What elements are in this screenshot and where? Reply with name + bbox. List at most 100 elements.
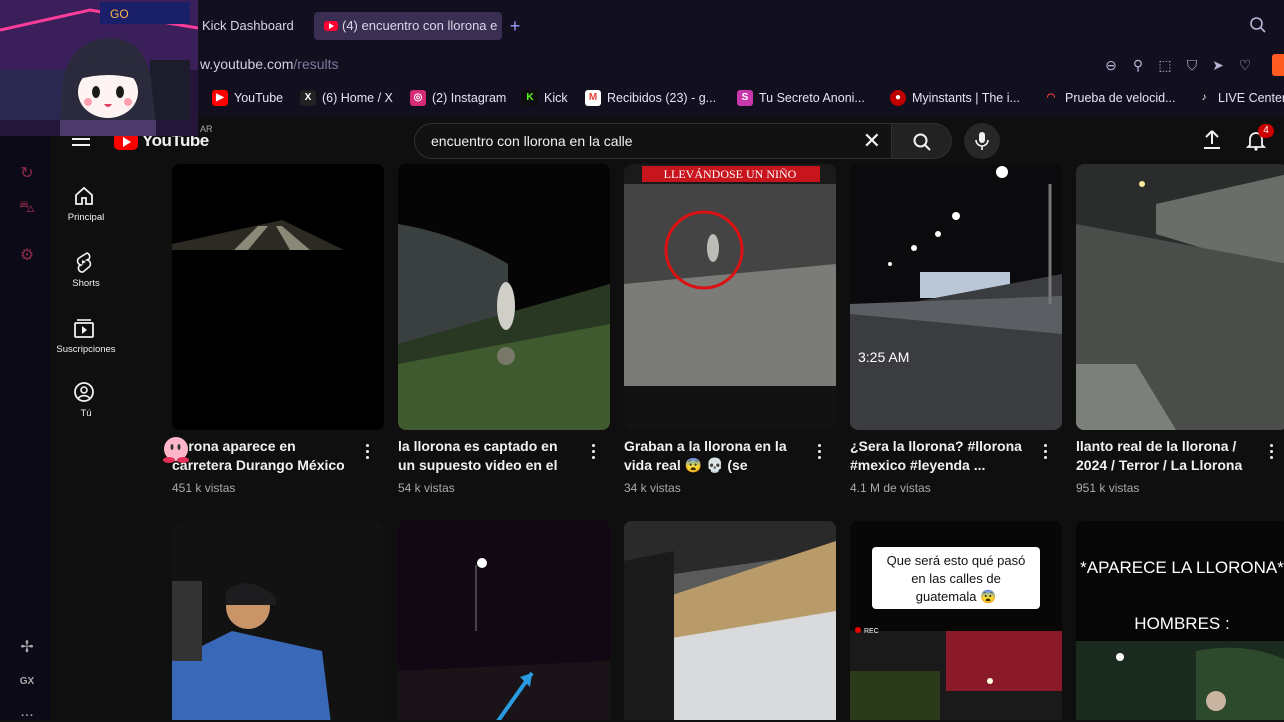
search-tabs-icon[interactable]: [1249, 16, 1267, 34]
result-card-5[interactable]: llanto real de la llorona / 2024 / Terro…: [1076, 164, 1284, 504]
bookmark-youtube[interactable]: ▶ YouTube: [212, 89, 283, 107]
extension-button[interactable]: [1272, 54, 1284, 76]
settings-gear-icon[interactable]: ⚙: [17, 246, 37, 266]
video-views: 4.1 M de vistas: [850, 481, 931, 495]
history-icon[interactable]: ↻: [17, 164, 37, 184]
bookmark-label: Kick: [544, 91, 568, 105]
guide-item-principal[interactable]: Principal: [50, 184, 122, 244]
fan-icon[interactable]: ✢: [17, 638, 37, 658]
video-title[interactable]: ¿Sera la llorona? #llorona #mexico #leye…: [850, 437, 1030, 475]
more-icon[interactable]: ...: [17, 702, 37, 722]
shorts-icon: [76, 252, 92, 273]
vpn-shield-icon[interactable]: ⛉: [1183, 56, 1201, 74]
video-thumbnail[interactable]: [172, 164, 384, 430]
streamer-webcam-overlay: GO: [0, 0, 198, 136]
result-card-6[interactable]: [172, 521, 384, 720]
guide-item-suscripciones[interactable]: Suscripciones: [50, 316, 122, 376]
home-icon: [75, 186, 93, 205]
video-thumbnail[interactable]: [398, 521, 610, 720]
pin-icon[interactable]: ⚲: [1129, 56, 1147, 74]
bag-icon[interactable]: ⛍: [17, 198, 37, 218]
result-card-3[interactable]: LLEVÁNDOSE UN NIÑO Graban a la llorona e…: [624, 164, 836, 504]
video-thumbnail[interactable]: [624, 521, 836, 720]
more-options-icon[interactable]: [1042, 444, 1050, 462]
result-card-4[interactable]: 3:25 AM ¿Sera la llorona? #llorona #mexi…: [850, 164, 1062, 504]
gx-label[interactable]: GX: [17, 672, 37, 692]
bookmark-label: Myinstants | The i...: [912, 91, 1020, 105]
bookmark-secreto[interactable]: S Tu Secreto Anoni...: [737, 89, 865, 107]
zoom-icon[interactable]: ⊖: [1102, 56, 1120, 74]
tiktok-icon: ♪: [1201, 92, 1207, 103]
thumbnail-image: [398, 164, 610, 430]
bookmark-kick[interactable]: K Kick: [522, 89, 568, 107]
video-thumbnail[interactable]: [172, 521, 384, 720]
thumbnail-image: *APARECE LA LLORONA* HOMBRES :: [1076, 521, 1284, 720]
video-title[interactable]: la llorona es captado en un supuesto vid…: [398, 437, 578, 475]
guide-item-tu[interactable]: Tú: [50, 380, 122, 440]
video-thumbnail[interactable]: LLEVÁNDOSE UN NIÑO: [624, 164, 836, 430]
video-title[interactable]: llanto real de la llorona / 2024 / Terro…: [1076, 437, 1256, 475]
bookmark-label: Recibidos (23) - g...: [607, 91, 717, 105]
thumbnail-caption: LLEVÁNDOSE UN NIÑO: [664, 167, 797, 181]
tab-kick-dashboard[interactable]: Kick Dashboard: [202, 12, 302, 40]
more-options-icon[interactable]: [816, 444, 824, 462]
bookmark-x[interactable]: X (6) Home / X: [300, 89, 393, 107]
video-views: 451 k vistas: [172, 481, 236, 495]
send-icon[interactable]: ➤: [1209, 56, 1227, 74]
thumbnail-image: [398, 521, 610, 720]
bookmark-speedtest[interactable]: ◠ Prueba de velocid...: [1043, 89, 1176, 107]
tab-label: (4) encuentro con llorona e: [342, 18, 498, 33]
guide-item-shorts[interactable]: Shorts: [50, 250, 122, 310]
x-icon: X: [300, 90, 316, 106]
upload-icon[interactable]: [1200, 128, 1224, 152]
kick-icon: K: [522, 90, 538, 106]
search-box[interactable]: encuentro con llorona en la calle ✕: [414, 123, 892, 159]
thumbnail-caption: *APARECE LA LLORONA*: [1080, 558, 1284, 577]
tab-label: Kick Dashboard: [202, 18, 294, 33]
more-options-icon[interactable]: [590, 444, 598, 462]
video-thumbnail[interactable]: 3:25 AM: [850, 164, 1062, 430]
bookmark-gmail[interactable]: M Recibidos (23) - g...: [585, 89, 716, 107]
bookmark-live-center[interactable]: ♪ LIVE Center: [1196, 89, 1284, 107]
microphone-icon: [975, 132, 989, 150]
search-button[interactable]: [892, 123, 952, 159]
new-tab-button[interactable]: +: [506, 14, 524, 38]
result-card-8[interactable]: [624, 521, 836, 720]
result-card-7[interactable]: [398, 521, 610, 720]
url-field[interactable]: w.youtube.com/results: [200, 56, 339, 72]
youtube-favicon-icon: [324, 21, 338, 31]
subscriptions-icon: [74, 319, 94, 338]
svg-text:guatemala 😨: guatemala 😨: [916, 589, 997, 604]
result-card-2[interactable]: la llorona es captado en un supuesto vid…: [398, 164, 610, 504]
more-options-icon[interactable]: [1268, 444, 1276, 462]
bookmark-instagram[interactable]: ◎ (2) Instagram: [410, 89, 506, 107]
result-card-10[interactable]: *APARECE LA LLORONA* HOMBRES :: [1076, 521, 1284, 720]
voice-search-button[interactable]: [964, 123, 1000, 159]
video-thumbnail[interactable]: Que será esto qué pasó en las calles de gu…: [850, 521, 1062, 720]
tab-youtube-results[interactable]: (4) encuentro con llorona e: [314, 12, 502, 40]
you-icon: [74, 382, 94, 402]
heart-icon[interactable]: ♡: [1236, 56, 1254, 74]
video-thumbnail[interactable]: [398, 164, 610, 430]
search-results-grid: llorona aparece en carretera Durango Méx…: [172, 164, 1284, 720]
video-title[interactable]: llorona aparece en carretera Durango Méx…: [172, 437, 352, 475]
speedtest-icon: ◠: [1046, 92, 1056, 103]
clear-search-icon[interactable]: ✕: [863, 128, 881, 154]
result-card-9[interactable]: Que será esto qué pasó en las calles de gu…: [850, 521, 1062, 720]
bookmark-label: (6) Home / X: [322, 91, 393, 105]
video-thumbnail[interactable]: [1076, 164, 1284, 430]
video-title[interactable]: Graban a la llorona en la vida real 😨 💀 …: [624, 437, 804, 475]
more-options-icon[interactable]: [364, 444, 372, 462]
result-card-1[interactable]: llorona aparece en carretera Durango Méx…: [172, 164, 384, 504]
thumbnail-image: 3:25 AM: [850, 164, 1062, 430]
video-views: 34 k vistas: [624, 481, 681, 495]
country-code: AR: [200, 124, 213, 134]
bookmark-myinstants[interactable]: ● Myinstants | The i...: [890, 89, 1020, 107]
search-input[interactable]: encuentro con llorona en la calle: [431, 133, 633, 149]
video-thumbnail[interactable]: *APARECE LA LLORONA* HOMBRES :: [1076, 521, 1284, 720]
youtube-mini-guide: Principal Shorts Suscripciones Tú: [50, 164, 122, 720]
youtube-header: YouTube AR encuentro con llorona en la c…: [50, 116, 1284, 164]
gmail-icon: M: [585, 90, 601, 106]
guide-label: Suscripciones: [56, 344, 116, 355]
snapshot-icon[interactable]: ⬚: [1156, 56, 1174, 74]
